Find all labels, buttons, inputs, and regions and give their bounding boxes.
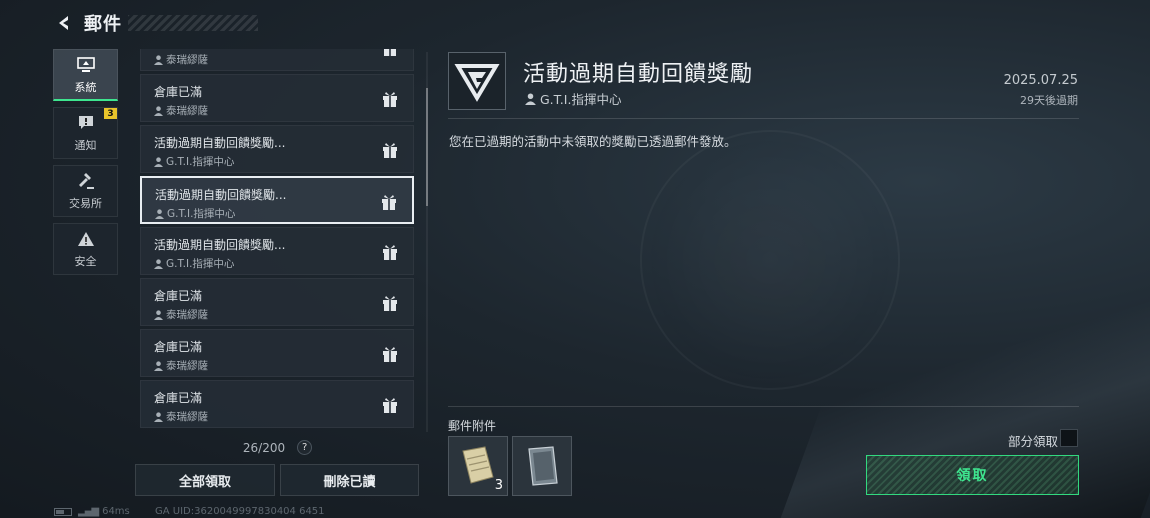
mail-count-row: 26/200 ? — [140, 440, 415, 455]
attachment-item[interactable] — [512, 436, 572, 496]
person-icon — [154, 360, 163, 371]
mail-body: 您在已過期的活動中未領取的獎勵已透過郵件發放。 — [449, 134, 737, 149]
mail-sender: 泰瑞繆薩 — [154, 409, 208, 424]
person-icon — [154, 258, 163, 269]
person-icon — [525, 92, 536, 105]
mail-sender: 泰瑞繆薩 — [154, 358, 208, 373]
attachments-label: 郵件附件 — [448, 419, 497, 433]
mail-item[interactable]: 倉庫已滿 泰瑞繆薩 — [140, 380, 414, 428]
person-icon — [154, 156, 163, 167]
page-title: 郵件 — [84, 14, 122, 35]
category-sidebar: 系統 3 通知 交易所 安全 — [53, 49, 118, 281]
gift-icon — [383, 92, 397, 107]
detail-divider — [448, 118, 1079, 119]
page-header: 郵件 — [52, 10, 258, 36]
gift-icon — [383, 296, 397, 311]
person-icon — [154, 54, 163, 65]
mail-list-scrollbar-thumb[interactable] — [426, 88, 428, 206]
mail-sender: G.T.I.指揮中心 — [154, 256, 234, 271]
status-bar: ▂▄▆ 64ms — [54, 506, 130, 517]
mail-detail-title: 活動過期自動回饋獎勵 — [523, 62, 754, 87]
mail-item[interactable]: 活動過期自動回饋獎勵... G.T.I.指揮中心 — [140, 227, 414, 275]
gift-icon — [384, 49, 396, 56]
gift-icon — [383, 398, 397, 413]
mail-item[interactable]: 倉庫已滿 泰瑞繆薩 — [140, 74, 414, 122]
sender-logo — [448, 52, 506, 110]
mail-title: 倉庫已滿 — [154, 340, 203, 354]
tab-system[interactable]: 系統 — [53, 49, 118, 101]
mail-sender: 泰瑞繆薩 — [154, 52, 208, 67]
metal-plate-icon — [528, 446, 558, 486]
warning-icon — [76, 229, 96, 249]
back-arrow-icon — [59, 16, 68, 30]
mail-title: 倉庫已滿 — [154, 289, 203, 303]
attachment-item[interactable]: 3 — [448, 436, 508, 496]
claim-all-button[interactable]: 全部領取 — [135, 464, 275, 496]
tab-system-label: 系統 — [74, 80, 97, 94]
partial-claim-checkbox[interactable] — [1060, 429, 1078, 447]
partial-claim-label: 部分領取 — [1007, 434, 1058, 449]
mail-item[interactable]: 倉庫已滿 泰瑞繆薩 — [140, 329, 414, 377]
mail-title: 活動過期自動回饋獎勵... — [154, 238, 286, 252]
mail-expiry: 29天後過期 — [1020, 94, 1078, 107]
tab-security-label: 安全 — [74, 255, 97, 268]
mail-list: 泰瑞繆薩 倉庫已滿 泰瑞繆薩 活動過期自動回饋獎勵... G.T.I.指揮中心 … — [140, 49, 415, 429]
mail-item[interactable]: 活動過期自動回饋獎勵... G.T.I.指揮中心 — [140, 125, 414, 173]
ping-text: 64ms — [102, 506, 130, 517]
mail-title: 活動過期自動回饋獎勵... — [155, 188, 287, 202]
attachments-divider — [448, 406, 1079, 407]
signal-icon: ▂▄▆ — [78, 506, 99, 517]
gti-logo-icon — [454, 64, 500, 102]
mail-sender: 泰瑞繆薩 — [154, 307, 208, 322]
back-button[interactable] — [52, 11, 76, 35]
hammer-icon — [76, 171, 96, 191]
header-decoration — [128, 15, 258, 31]
mail-item[interactable]: 倉庫已滿 泰瑞繆薩 — [140, 278, 414, 326]
mail-date: 2025.07.25 — [1003, 73, 1078, 88]
mail-sender: G.T.I.指揮中心 — [154, 154, 234, 169]
tab-notifications[interactable]: 3 通知 — [53, 107, 118, 159]
person-icon — [155, 208, 164, 219]
gift-icon — [383, 245, 397, 260]
tab-security[interactable]: 安全 — [53, 223, 118, 275]
battery-icon — [54, 507, 72, 516]
mail-count: 26/200 — [242, 440, 286, 455]
attachment-quantity: 3 — [494, 478, 503, 493]
tab-exchange[interactable]: 交易所 — [53, 165, 118, 217]
alert-message-icon — [76, 113, 96, 133]
tab-exchange-label: 交易所 — [69, 197, 102, 210]
mail-item-selected[interactable]: 活動過期自動回饋獎勵... G.T.I.指揮中心 — [140, 176, 414, 224]
mail-sender: G.T.I.指揮中心 — [155, 206, 235, 221]
mail-title: 活動過期自動回饋獎勵... — [154, 136, 286, 150]
gift-icon — [383, 347, 397, 362]
mail-title: 倉庫已滿 — [154, 85, 203, 99]
mail-sender: 泰瑞繆薩 — [154, 103, 208, 118]
mail-detail-sender: G.T.I.指揮中心 — [525, 89, 621, 108]
monitor-icon — [76, 55, 96, 75]
user-uid: GA UID:3620049997830404 6451 — [155, 506, 325, 517]
mail-item[interactable]: 泰瑞繆薩 — [140, 49, 414, 71]
unread-badge: 3 — [104, 108, 117, 119]
person-icon — [154, 309, 163, 320]
delete-read-button[interactable]: 刪除已讀 — [280, 464, 419, 496]
gift-icon — [383, 143, 397, 158]
person-icon — [154, 411, 163, 422]
claim-button[interactable]: 領取 — [866, 455, 1079, 495]
person-icon — [154, 105, 163, 116]
mail-title: 倉庫已滿 — [154, 391, 203, 405]
help-icon[interactable]: ? — [297, 440, 313, 455]
gift-icon — [382, 195, 396, 210]
tab-notifications-label: 通知 — [74, 139, 97, 152]
